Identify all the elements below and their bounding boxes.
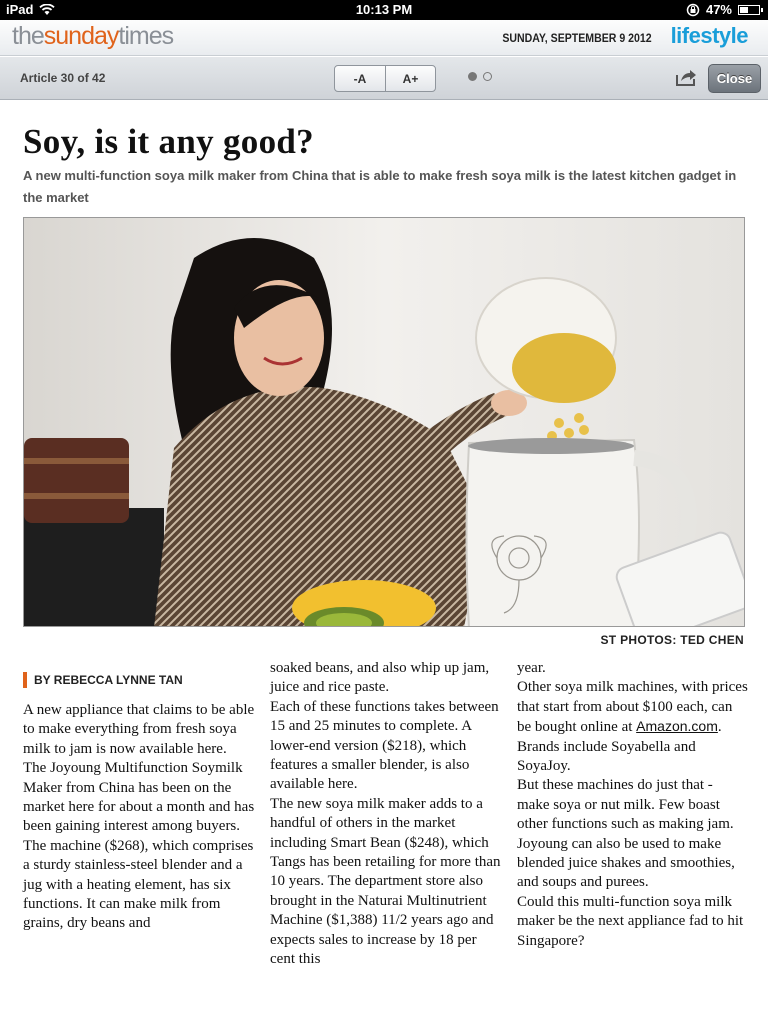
article-paragraph: Could this multi-function soya milk make… <box>517 893 744 949</box>
font-size-control: -A A+ <box>334 65 436 92</box>
amazon-link[interactable]: Amazon.com <box>636 718 718 734</box>
masthead: thesundaytimes SUNDAY, SEPTEMBER 9 2012 … <box>0 20 768 56</box>
article-photo <box>23 217 745 627</box>
page-dot[interactable] <box>468 72 477 81</box>
article-column-3: year. Other soya milk machines, with pri… <box>517 659 749 951</box>
article-toolbar: Article 30 of 42 -A A+ Close <box>0 57 768 100</box>
article-paragraph: The new soya milk maker adds to a handfu… <box>270 795 501 968</box>
article-paragraph: A new appliance that claims to be able t… <box>23 702 255 757</box>
article-paragraph: The Joyoung Multifunction Soymilk Maker … <box>23 760 255 835</box>
rotation-lock-icon <box>686 3 700 16</box>
article-paragraph: Other soya milk machines, with prices th… <box>517 679 748 775</box>
battery-percent: 47% <box>705 2 732 17</box>
article-paragraph: year. <box>517 660 546 676</box>
page-indicator <box>468 72 492 81</box>
publication-date: SUNDAY, SEPTEMBER 9 2012 <box>502 31 652 45</box>
article-paragraph: But these machines do just that - make s… <box>517 777 734 833</box>
battery-icon <box>738 5 763 15</box>
status-bar: iPad 10:13 PM 47% <box>0 0 768 20</box>
article-paragraph: Each of these functions takes between 15… <box>270 698 499 793</box>
close-button[interactable]: Close <box>708 64 761 93</box>
share-icon[interactable] <box>675 67 697 87</box>
section-title: lifestyle <box>670 23 749 48</box>
article-paragraph: soaked beans, and also whip up jam, juic… <box>270 660 490 696</box>
photo-credit: ST PHOTOS: TED CHEN <box>600 633 744 647</box>
photo-illustration <box>24 218 744 626</box>
clock: 10:13 PM <box>355 2 413 17</box>
publication-logo: thesundaytimes <box>12 22 174 50</box>
article-standfirst: A new multi-function soya milk maker fro… <box>23 168 737 205</box>
article-paragraph: Joyoung can also be used to make blended… <box>517 835 735 891</box>
article-column-1: A new appliance that claims to be able t… <box>23 701 255 934</box>
article-column-2: soaked beans, and also whip up jam, juic… <box>270 659 502 970</box>
article-counter: Article 30 of 42 <box>20 71 106 85</box>
page-dot[interactable] <box>483 72 492 81</box>
increase-font-button[interactable]: A+ <box>385 66 435 91</box>
byline: BY REBECCA LYNNE TAN <box>23 672 183 688</box>
article-paragraph: The machine ($268), which comprises a st… <box>23 837 254 932</box>
decrease-font-button[interactable]: -A <box>335 66 385 91</box>
article-headline: Soy, is it any good? <box>23 122 314 161</box>
